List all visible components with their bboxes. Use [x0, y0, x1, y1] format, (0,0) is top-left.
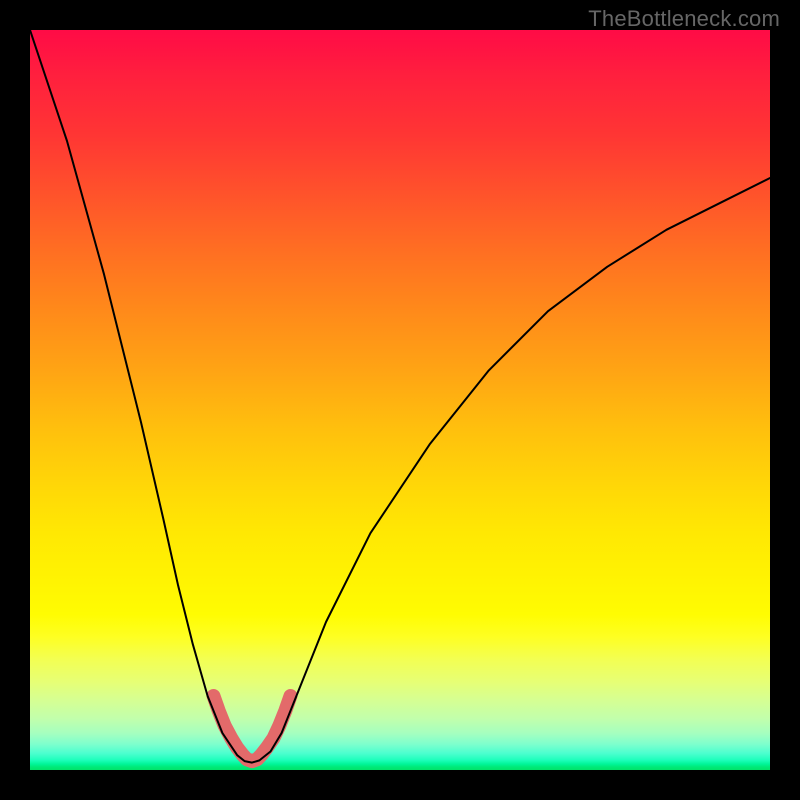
optimal-zone-marker	[214, 696, 291, 761]
bottleneck-curve	[30, 30, 770, 763]
chart-frame: TheBottleneck.com	[0, 0, 800, 800]
watermark-text: TheBottleneck.com	[588, 6, 780, 32]
curve-layer	[30, 30, 770, 770]
plot-area	[30, 30, 770, 770]
